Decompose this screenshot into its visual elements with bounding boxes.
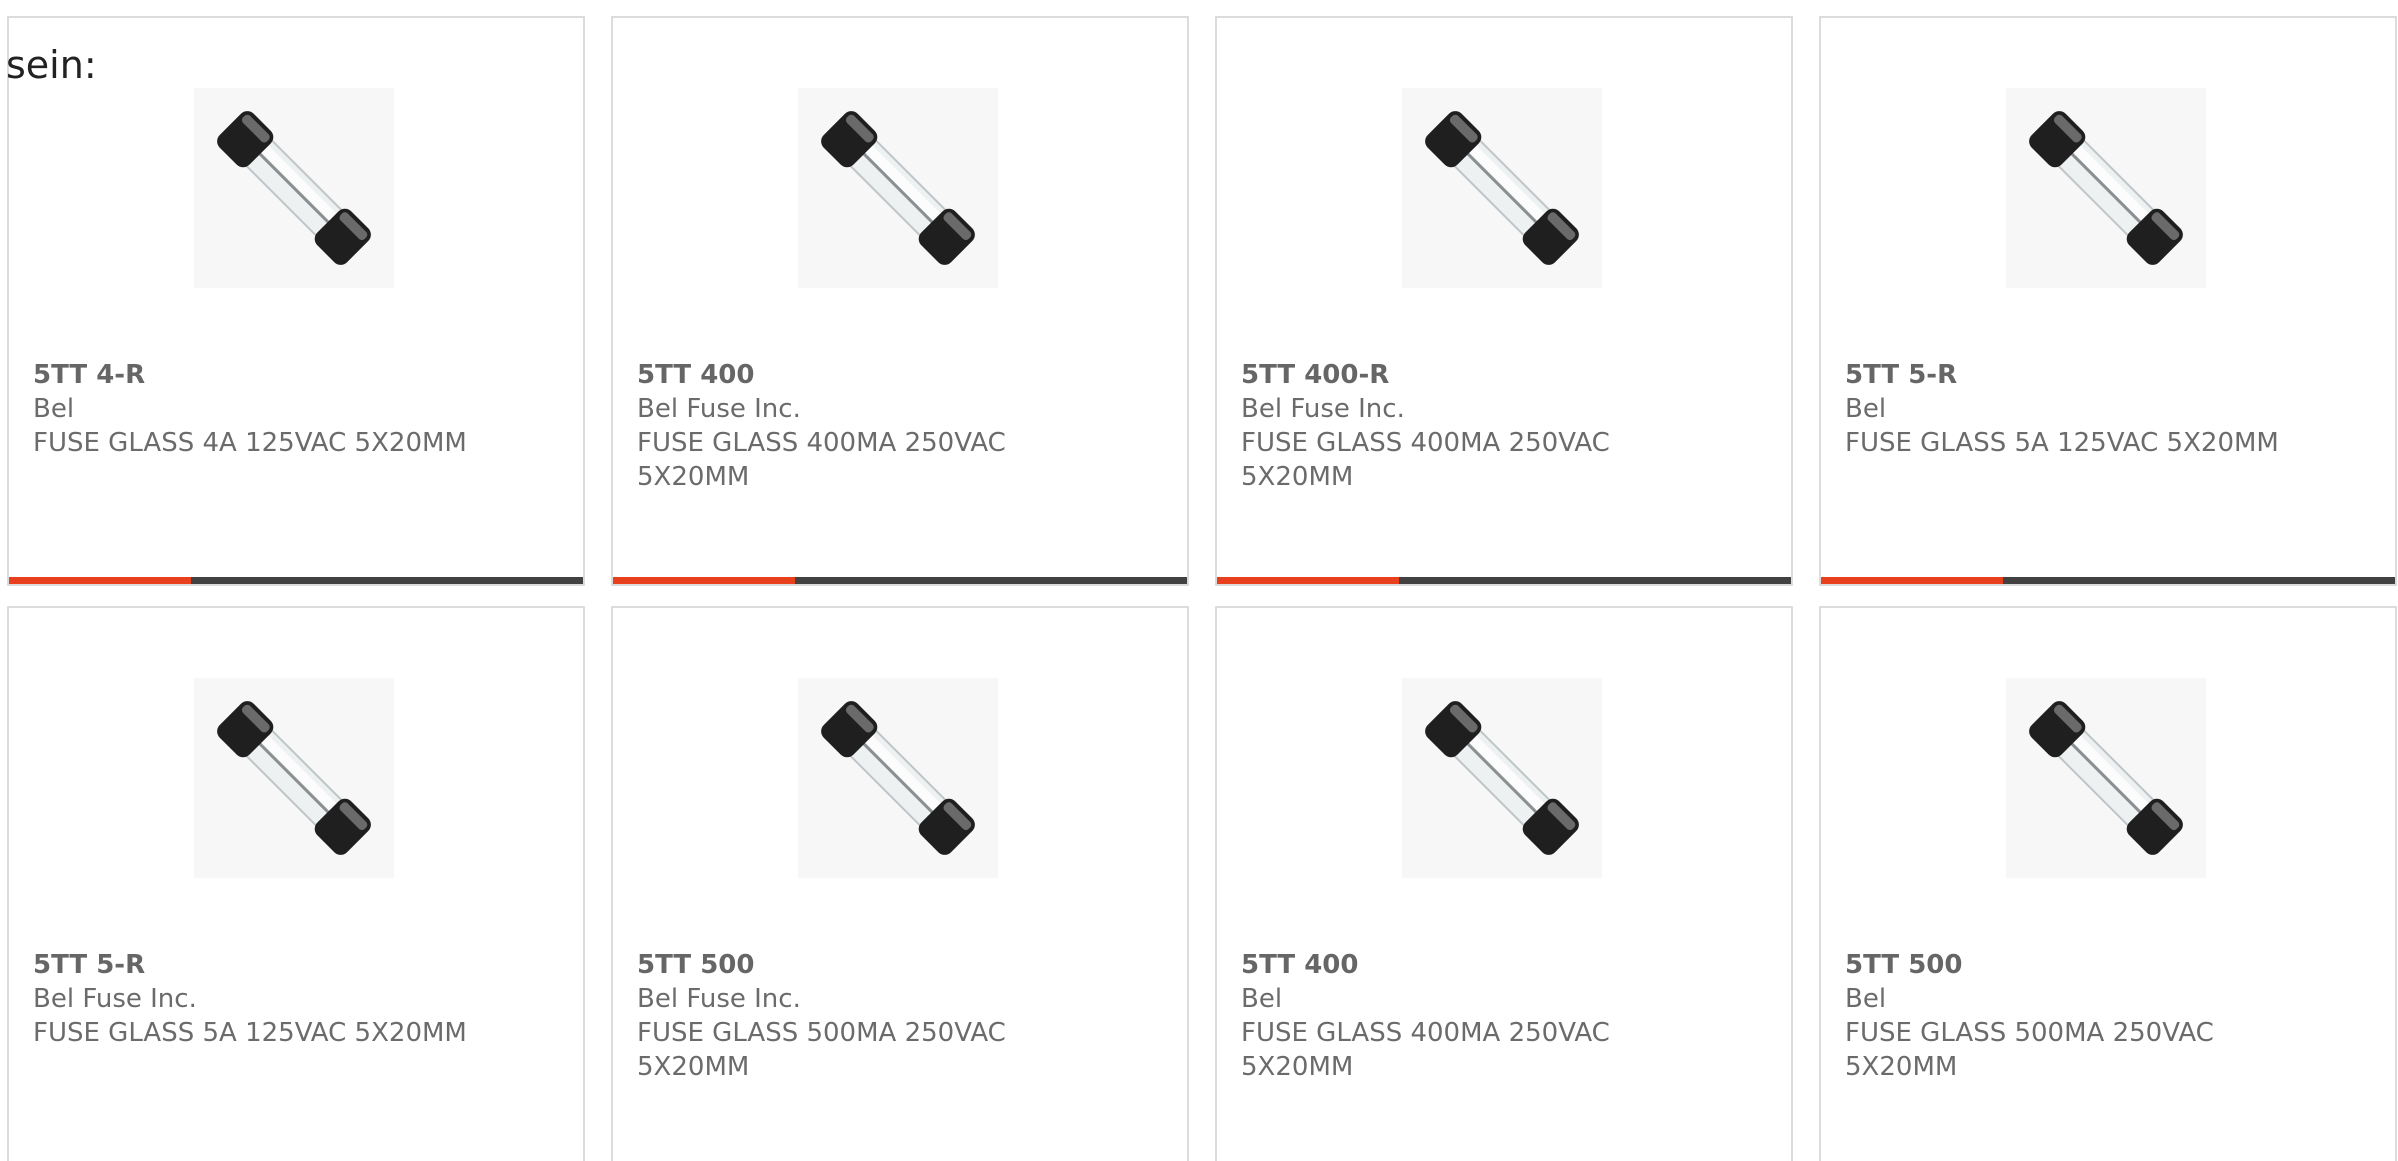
- product-card[interactable]: 5TT 400 Bel FUSE GLASS 400MA 250VAC 5X20…: [1215, 606, 1793, 1161]
- product-description: FUSE GLASS 4A 125VAC 5X20MM: [33, 428, 467, 458]
- part-number[interactable]: 5TT 400-R: [1241, 358, 1681, 392]
- glass-fuse-image[interactable]: [2006, 88, 2206, 288]
- brand-name: Bel Fuse Inc.: [637, 984, 801, 1014]
- product-card[interactable]: 5TT 400 Bel Fuse Inc. FUSE GLASS 400MA 2…: [611, 16, 1189, 586]
- glass-fuse-icon: [217, 701, 371, 855]
- brand-name: Bel: [33, 394, 75, 424]
- brand-name: Bel Fuse Inc.: [1241, 394, 1405, 424]
- intro-text: sein:: [6, 43, 97, 87]
- product-meta: 5TT 400 Bel FUSE GLASS 400MA 250VAC 5X20…: [1241, 948, 1681, 1084]
- product-meta: 5TT 5-R Bel Fuse Inc. FUSE GLASS 5A 125V…: [33, 948, 473, 1050]
- part-number[interactable]: 5TT 5-R: [33, 948, 473, 982]
- glass-fuse-icon: [217, 111, 371, 265]
- glass-fuse-icon: [2029, 701, 2183, 855]
- product-meta: 5TT 5-R Bel FUSE GLASS 5A 125VAC 5X20MM: [1845, 358, 2285, 460]
- part-number[interactable]: 5TT 500: [637, 948, 1077, 982]
- glass-fuse-icon: [2029, 111, 2183, 265]
- product-description: FUSE GLASS 400MA 250VAC 5X20MM: [1241, 1018, 1610, 1082]
- product-card[interactable]: 5TT 4-R Bel FUSE GLASS 4A 125VAC 5X20MM: [7, 16, 585, 586]
- brand-name: Bel: [1845, 394, 1887, 424]
- product-meta: 5TT 4-R Bel FUSE GLASS 4A 125VAC 5X20MM: [33, 358, 473, 460]
- product-card[interactable]: 5TT 400-R Bel Fuse Inc. FUSE GLASS 400MA…: [1215, 16, 1793, 586]
- product-card[interactable]: 5TT 500 Bel Fuse Inc. FUSE GLASS 500MA 2…: [611, 606, 1189, 1161]
- product-grid-page: sein: 5TT 4-R Bel FUSE GLASS 4A 125VAC 5…: [0, 0, 2398, 1161]
- glass-fuse-icon: [821, 111, 975, 265]
- part-number[interactable]: 5TT 500: [1845, 948, 2285, 982]
- product-description: FUSE GLASS 5A 125VAC 5X20MM: [33, 1018, 467, 1048]
- card-footer-bar: [9, 577, 583, 584]
- card-accent-bar: [1217, 577, 1399, 584]
- part-number[interactable]: 5TT 5-R: [1845, 358, 2285, 392]
- card-footer-bar: [1217, 577, 1791, 584]
- glass-fuse-image[interactable]: [194, 88, 394, 288]
- brand-name: Bel: [1241, 984, 1283, 1014]
- product-description: FUSE GLASS 400MA 250VAC 5X20MM: [1241, 428, 1610, 492]
- product-meta: 5TT 400-R Bel Fuse Inc. FUSE GLASS 400MA…: [1241, 358, 1681, 494]
- card-accent-bar: [1821, 577, 2003, 584]
- card-footer-bar: [613, 577, 1187, 584]
- product-card[interactable]: 5TT 500 Bel FUSE GLASS 500MA 250VAC 5X20…: [1819, 606, 2397, 1161]
- card-accent-bar: [9, 577, 191, 584]
- glass-fuse-image[interactable]: [1402, 88, 1602, 288]
- product-description: FUSE GLASS 500MA 250VAC 5X20MM: [637, 1018, 1006, 1082]
- product-description: FUSE GLASS 400MA 250VAC 5X20MM: [637, 428, 1006, 492]
- brand-name: Bel: [1845, 984, 1887, 1014]
- glass-fuse-image[interactable]: [1402, 678, 1602, 878]
- glass-fuse-icon: [1425, 111, 1579, 265]
- part-number[interactable]: 5TT 400: [637, 358, 1077, 392]
- card-accent-bar: [613, 577, 795, 584]
- card-footer-bar: [1821, 577, 2395, 584]
- product-card[interactable]: 5TT 5-R Bel FUSE GLASS 5A 125VAC 5X20MM: [1819, 16, 2397, 586]
- product-card[interactable]: 5TT 5-R Bel Fuse Inc. FUSE GLASS 5A 125V…: [7, 606, 585, 1161]
- part-number[interactable]: 5TT 4-R: [33, 358, 473, 392]
- product-description: FUSE GLASS 500MA 250VAC 5X20MM: [1845, 1018, 2214, 1082]
- glass-fuse-image[interactable]: [798, 88, 998, 288]
- glass-fuse-image[interactable]: [194, 678, 394, 878]
- product-description: FUSE GLASS 5A 125VAC 5X20MM: [1845, 428, 2279, 458]
- glass-fuse-image[interactable]: [2006, 678, 2206, 878]
- glass-fuse-icon: [1425, 701, 1579, 855]
- product-meta: 5TT 500 Bel FUSE GLASS 500MA 250VAC 5X20…: [1845, 948, 2285, 1084]
- glass-fuse-icon: [821, 701, 975, 855]
- glass-fuse-image[interactable]: [798, 678, 998, 878]
- product-meta: 5TT 400 Bel Fuse Inc. FUSE GLASS 400MA 2…: [637, 358, 1077, 494]
- part-number[interactable]: 5TT 400: [1241, 948, 1681, 982]
- product-meta: 5TT 500 Bel Fuse Inc. FUSE GLASS 500MA 2…: [637, 948, 1077, 1084]
- brand-name: Bel Fuse Inc.: [33, 984, 197, 1014]
- brand-name: Bel Fuse Inc.: [637, 394, 801, 424]
